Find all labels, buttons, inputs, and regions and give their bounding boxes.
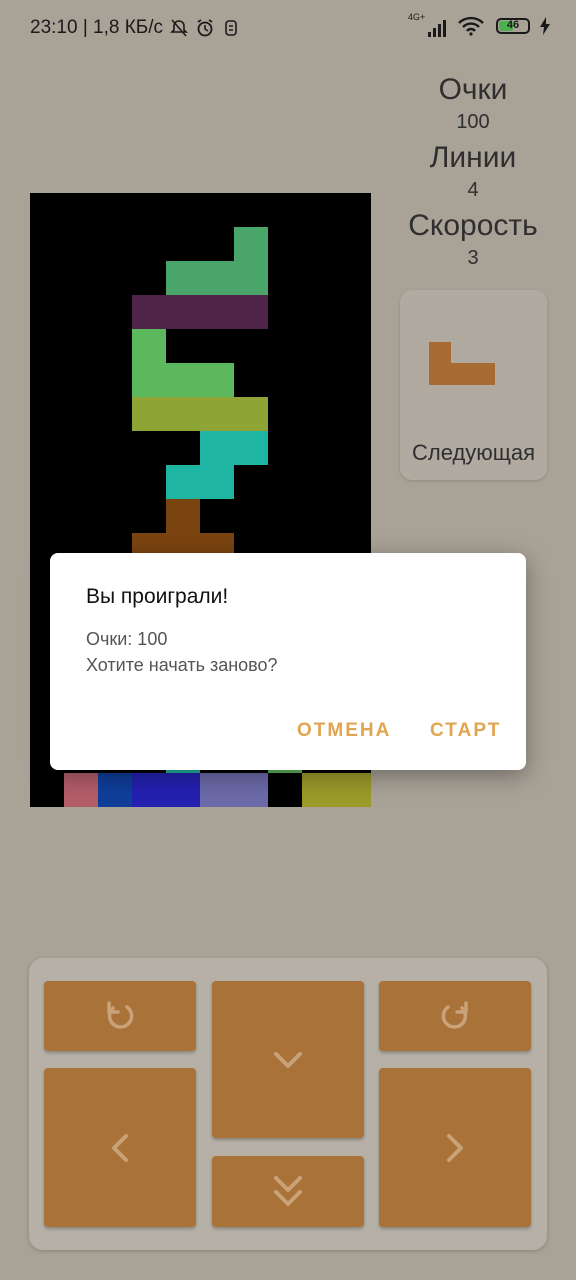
stats-panel: Очки 100 Линии 4 Скорость 3 xyxy=(400,72,546,276)
dialog-score-line: Очки: 100 xyxy=(86,629,168,649)
block-olive xyxy=(132,397,268,431)
move-right-button[interactable] xyxy=(379,1068,531,1227)
block-teal xyxy=(166,465,234,499)
chevron-down-icon xyxy=(274,1051,302,1068)
controls-pad xyxy=(29,958,547,1250)
move-left-button[interactable] xyxy=(44,1068,196,1227)
battery-level: 46 xyxy=(506,19,520,31)
lines-label: Линии xyxy=(429,141,517,174)
next-piece-label: Следующая xyxy=(411,440,536,465)
game-over-dialog: Вы проиграли! Очки: 100 Хотите начать за… xyxy=(50,553,526,770)
network-type: 4G+ xyxy=(408,12,426,22)
next-piece-block xyxy=(429,342,451,364)
block-green xyxy=(234,227,268,261)
block-blue xyxy=(132,773,200,807)
status-right: 4G+ 46 xyxy=(408,12,550,37)
block-navy xyxy=(98,773,132,807)
chevron-left-icon xyxy=(112,1133,128,1162)
notification-icon xyxy=(225,20,237,36)
block-yellow xyxy=(302,773,371,807)
speed-value: 3 xyxy=(467,247,479,269)
alarm-icon xyxy=(197,19,213,37)
block-lavender xyxy=(200,773,268,807)
status-left: 23:10 | 1,8 КБ/с xyxy=(30,17,241,39)
next-piece-card: Следующая xyxy=(400,290,547,480)
block-brown xyxy=(166,499,200,533)
block-green xyxy=(166,261,268,295)
rotate-left-button[interactable] xyxy=(44,981,196,1051)
double-chevron-down-icon xyxy=(274,1175,302,1206)
speed-label: Скорость xyxy=(408,209,538,242)
dialog-message: Очки: 100 Хотите начать заново? xyxy=(86,626,278,678)
block-lightgreen xyxy=(132,329,166,363)
status-time-speed: 23:10 | 1,8 КБ/с xyxy=(30,17,164,38)
start-button[interactable]: СТАРТ xyxy=(430,720,501,742)
next-piece-preview xyxy=(429,342,495,385)
soft-drop-button[interactable] xyxy=(212,981,364,1138)
signal-icon: 4G+ xyxy=(408,12,446,37)
score-value: 100 xyxy=(456,111,490,133)
battery-icon: 46 xyxy=(496,18,530,34)
block-pink xyxy=(64,773,98,807)
rotate-cw-icon xyxy=(441,1001,468,1029)
bell-off-icon xyxy=(170,19,188,37)
dialog-title: Вы проиграли! xyxy=(86,585,229,608)
block-lightgreen xyxy=(132,363,234,397)
next-piece-block xyxy=(429,363,495,385)
status-bar: 23:10 | 1,8 КБ/с 4G+ 46 xyxy=(0,0,576,58)
wifi-icon xyxy=(458,16,484,36)
charging-icon xyxy=(540,17,550,35)
block-purple xyxy=(132,295,268,329)
cancel-button[interactable]: ОТМЕНА xyxy=(297,720,391,742)
rotate-right-button[interactable] xyxy=(379,981,531,1051)
hard-drop-button[interactable] xyxy=(212,1156,364,1227)
rotate-ccw-icon xyxy=(107,1001,134,1029)
block-teal xyxy=(200,431,268,465)
score-label: Очки xyxy=(438,73,508,106)
chevron-right-icon xyxy=(447,1133,463,1162)
dialog-question: Хотите начать заново? xyxy=(86,655,278,675)
lines-value: 4 xyxy=(467,179,479,201)
